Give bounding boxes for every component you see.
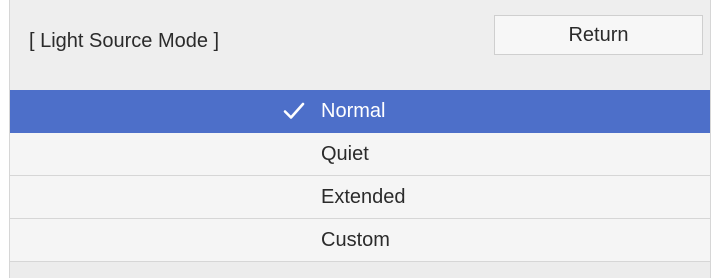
- mode-option-label: Normal: [321, 100, 386, 122]
- dialog-title: [ Light Source Mode ]: [29, 30, 220, 52]
- dialog-header: [ Light Source Mode ] Return: [10, 0, 710, 90]
- mode-option-normal[interactable]: Normal: [10, 90, 710, 133]
- mode-option-custom[interactable]: Custom: [10, 219, 710, 262]
- dialog-footer: [10, 262, 710, 278]
- mode-option-label: Quiet: [321, 143, 369, 165]
- mode-option-quiet[interactable]: Quiet: [10, 133, 710, 176]
- light-source-mode-dialog: [ Light Source Mode ] Return Normal Quie…: [9, 0, 711, 278]
- mode-option-label: Extended: [321, 186, 406, 208]
- checkmark-icon: [283, 102, 305, 119]
- mode-option-label: Custom: [321, 229, 390, 251]
- mode-option-extended[interactable]: Extended: [10, 176, 710, 219]
- mode-options-list: Normal Quiet Extended Custom: [10, 90, 710, 262]
- return-button[interactable]: Return: [494, 15, 703, 55]
